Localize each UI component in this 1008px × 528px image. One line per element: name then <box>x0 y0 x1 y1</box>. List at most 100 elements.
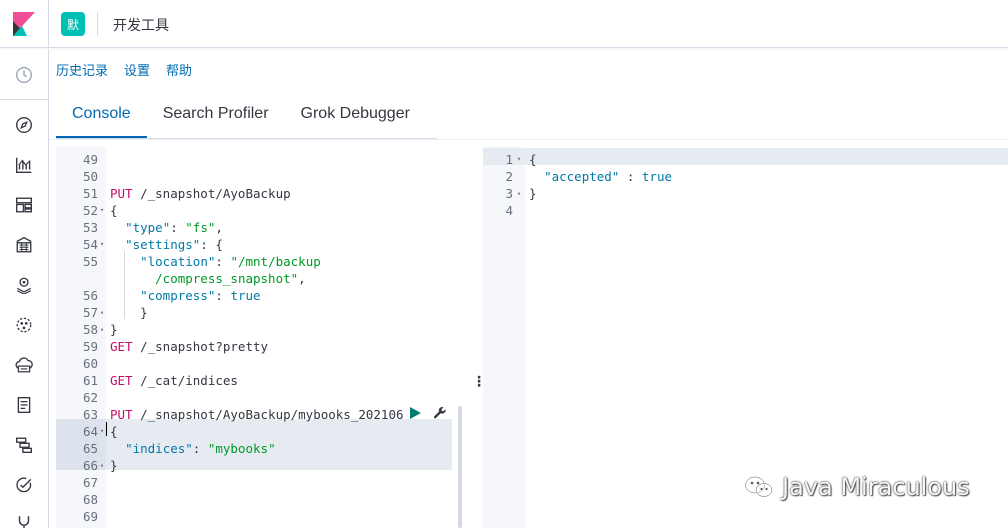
code-token: : <box>192 441 208 456</box>
code-token: /_snapshot/AyoBackup <box>132 186 291 201</box>
fold-toggle-icon[interactable]: ▾ <box>98 423 106 440</box>
dev-tools-tabs: Console Search Profiler Grok Debugger <box>56 96 426 140</box>
editor-scrollbar[interactable] <box>458 406 462 528</box>
code-token: : <box>170 220 186 235</box>
code-line: 50 <box>56 168 468 185</box>
tab-search-profiler[interactable]: Search Profiler <box>147 96 285 138</box>
discover-icon[interactable] <box>14 115 34 135</box>
app-title: 开发工具 <box>113 18 169 34</box>
text-cursor <box>106 422 107 436</box>
code-token: { <box>110 203 118 218</box>
code-text: "type": "fs", <box>110 219 223 236</box>
tabs-underline <box>56 138 437 139</box>
code-text: { <box>110 423 118 440</box>
code-line: 65 "indices": "mybooks" <box>56 440 468 457</box>
maps-icon[interactable] <box>14 275 34 295</box>
console-menu: 历史记录 设置 帮助 <box>56 60 192 79</box>
line-number: 65 <box>82 441 98 456</box>
line-number: 62 <box>82 390 98 405</box>
line-number: 68 <box>82 492 98 507</box>
line-number: 63 <box>82 407 98 422</box>
watermark: Java Miraculous <box>744 473 970 501</box>
line-number: 51 <box>82 186 98 201</box>
infrastructure-icon[interactable] <box>14 355 34 375</box>
history-link[interactable]: 历史记录 <box>56 60 108 79</box>
logs-icon[interactable] <box>14 395 34 415</box>
fold-toggle-icon[interactable]: ▴ <box>515 185 523 202</box>
code-line: 51 PUT /_snapshot/AyoBackup <box>56 185 468 202</box>
code-text: GET /_snapshot?pretty <box>110 338 268 355</box>
line-number: 60 <box>82 356 98 371</box>
uptime-icon[interactable] <box>14 475 34 495</box>
line-number: 1 <box>505 152 513 167</box>
code-token: "settings" <box>125 237 201 252</box>
code-text: { <box>110 202 118 219</box>
fold-toggle-icon[interactable]: ▴ <box>98 457 106 474</box>
code-token: } <box>529 186 537 201</box>
line-number: 59 <box>82 339 98 354</box>
wrench-icon[interactable] <box>433 406 447 420</box>
code-token: : <box>215 254 231 269</box>
code-token: { <box>529 152 537 167</box>
canvas-icon[interactable] <box>14 235 34 255</box>
code-token: , <box>298 271 306 286</box>
line-number: 3 <box>505 186 513 201</box>
clock-icon[interactable] <box>14 65 34 85</box>
fold-toggle-icon[interactable]: ▴ <box>98 321 106 338</box>
ml-icon[interactable] <box>14 315 34 335</box>
code-token: , <box>215 220 223 235</box>
tab-console[interactable]: Console <box>56 96 147 138</box>
code-text: "accepted" : true <box>529 168 672 185</box>
line-number: 49 <box>82 152 98 167</box>
code-token: PUT <box>110 186 133 201</box>
request-editor[interactable]: 49 50 51 PUT /_snapshot/AyoBackup 52 ▾{53 "ty… <box>56 147 468 528</box>
code-line: 62 <box>56 389 468 406</box>
line-number: 54 <box>82 237 98 252</box>
code-line: 63 PUT /_snapshot/AyoBackup/mybooks_20210… <box>56 406 468 423</box>
code-token: } <box>110 322 118 337</box>
line-number: 4 <box>505 203 513 218</box>
code-token: /_cat/indices <box>132 373 238 388</box>
code-line: 59 GET /_snapshot?pretty <box>56 338 468 355</box>
apm-icon[interactable] <box>14 435 34 455</box>
code-token: : <box>619 169 642 184</box>
header-divider <box>48 0 49 48</box>
fold-toggle-icon[interactable]: ▾ <box>98 202 106 219</box>
play-icon[interactable] <box>408 406 422 420</box>
code-line: 49 <box>56 151 468 168</box>
code-text: } <box>110 457 118 474</box>
code-line: /compress_snapshot", <box>56 270 468 287</box>
fold-toggle-icon[interactable]: ▴ <box>98 304 106 321</box>
code-line: 68 <box>56 491 468 508</box>
tab-grok-debugger[interactable]: Grok Debugger <box>285 96 426 138</box>
line-number: 57 <box>82 305 98 320</box>
fold-toggle-icon[interactable]: ▾ <box>98 236 106 253</box>
settings-link[interactable]: 设置 <box>124 60 150 79</box>
help-link[interactable]: 帮助 <box>166 60 192 79</box>
dashboard-icon[interactable] <box>14 195 34 215</box>
side-nav <box>0 49 49 528</box>
code-token: GET <box>110 339 133 354</box>
space-avatar[interactable]: 默 <box>61 12 85 36</box>
fold-toggle-icon[interactable]: ▾ <box>515 151 523 168</box>
code-text: { <box>529 151 537 168</box>
code-token: "/mnt/backup <box>230 254 321 269</box>
code-line: 60 <box>56 355 468 372</box>
visualize-icon[interactable] <box>14 155 34 175</box>
watermark-text: Java Miraculous <box>782 473 970 501</box>
line-number: 58 <box>82 322 98 337</box>
panel-resizer[interactable]: ⋮ <box>472 374 486 388</box>
kibana-logo[interactable] <box>13 12 35 36</box>
code-text: } <box>529 185 537 202</box>
code-text: "settings": { <box>110 236 223 253</box>
code-token: "compress" <box>140 288 216 303</box>
code-line: 3 ▴} <box>483 185 1008 202</box>
top-header: 默 开发工具 <box>0 0 1008 48</box>
code-line: 57 ▴ } <box>56 304 468 321</box>
nav-divider <box>0 99 48 100</box>
dev-tools-icon[interactable] <box>14 513 34 528</box>
